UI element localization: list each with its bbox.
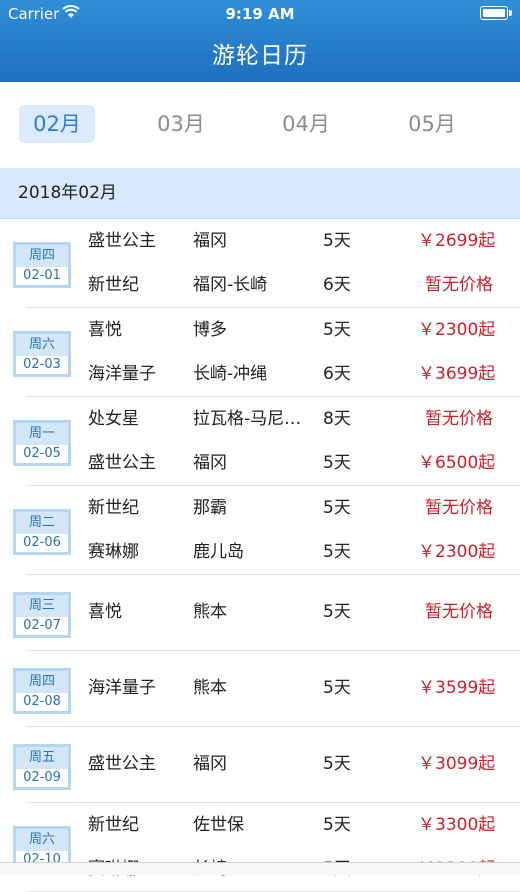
section-header: 2018年02月 [0,168,520,219]
cruise-row[interactable]: 新世纪 福冈-长崎 6天 暂无价格 [26,263,520,307]
ship-name: 新世纪 [88,815,139,835]
route-label: 福冈-长崎 [193,275,268,295]
tab-month-05[interactable]: 05月 [394,105,470,143]
status-bar: Carrier 9:19 AM [0,0,520,26]
cruise-row[interactable]: 处女星 拉瓦格-马尼… 8天 暂无价格 [26,397,520,441]
cruise-row[interactable]: 盛世公主 福冈 5天 ￥6500起 [26,441,520,485]
page-title: 游轮日历 [212,43,308,69]
ship-name: 海洋量子 [88,678,156,698]
duration-label: 5天 [323,320,351,340]
cruise-row[interactable]: 盛世公主 福冈 5天 ￥2699起 [26,219,520,263]
day-group: 周三 02-07 喜悦 熊本 5天 暂无价格 [13,575,520,651]
tab-month-03[interactable]: 03月 [143,105,219,143]
route-label: 熊本 [193,602,227,622]
route-label: 熊本 [193,678,227,698]
ship-name: 新世纪 [88,275,139,295]
ship-name: 处女星 [88,409,139,429]
month-tabs: 02月 03月 04月 05月 [0,82,520,169]
day-group: 周四 02-08 海洋量子 熊本 5天 ￥3599起 [13,651,520,727]
route-label: 拉瓦格-马尼… [193,409,302,429]
route-label: 佐世保 [193,815,244,835]
price-label: ￥3599起 [418,678,496,698]
tab-bar [0,862,520,875]
duration-label: 5天 [323,602,351,622]
route-label: 博多 [193,320,227,340]
duration-label: 5天 [323,754,351,774]
duration-label: 6天 [323,364,351,384]
ship-name: 盛世公主 [88,453,156,473]
price-label: 暂无价格 [425,409,493,429]
ship-name: 海洋量子 [88,364,156,384]
ship-name: 新世纪 [88,498,139,518]
cruise-row[interactable]: 海洋量子 长崎-冲绳 6天 ￥3699起 [26,352,520,396]
cruise-row[interactable]: 新世纪 那霸 5天 暂无价格 [26,486,520,530]
day-group: 周一 02-05 处女星 拉瓦格-马尼… 8天 暂无价格 盛世公主 福冈 5天 ￥6500起 [13,397,520,486]
route-label: 那霸 [193,498,227,518]
price-label: 暂无价格 [425,602,493,622]
duration-label: 8天 [323,409,351,429]
battery-icon [480,6,512,20]
tab-month-02[interactable]: 02月 [19,105,95,143]
nav-header: Carrier 9:19 AM 游轮日历 [0,0,520,82]
day-group: 周二 02-06 新世纪 那霸 5天 暂无价格 赛琳娜 鹿儿岛 5天 ￥2300起 [13,486,520,575]
duration-label: 5天 [323,498,351,518]
cruise-row[interactable]: 赛琳娜 鹿儿岛 5天 ￥2300起 [26,530,520,574]
day-group: 周五 02-09 盛世公主 福冈 5天 ￥3099起 [13,727,520,803]
price-label: ￥6500起 [418,453,496,473]
duration-label: 5天 [323,815,351,835]
duration-label: 6天 [323,275,351,295]
price-label: 暂无价格 [425,498,493,518]
price-label: ￥3300起 [418,815,496,835]
price-label: ￥2300起 [418,320,496,340]
route-label: 福冈 [193,453,227,473]
cruise-row[interactable]: 新世纪 佐世保 5天 ￥3300起 [26,803,520,847]
route-label: 福冈 [193,754,227,774]
price-label: ￥3099起 [418,754,496,774]
price-label: 暂无价格 [425,275,493,295]
ship-name: 赛琳娜 [88,542,139,562]
cruise-list[interactable]: 周四 02-01 盛世公主 福冈 5天 ￥2699起 新世纪 福冈-长崎 6天 暂无价格 周六 02-… [0,219,520,892]
route-label: 福冈 [193,231,227,251]
duration-label: 5天 [323,453,351,473]
tab-month-04[interactable]: 04月 [268,105,344,143]
cruise-row[interactable]: 喜悦 博多 5天 ￥2300起 [26,308,520,352]
clock: 9:19 AM [225,5,295,23]
cruise-row[interactable]: 海洋量子 熊本 5天 ￥3599起 [26,651,520,726]
duration-label: 5天 [323,542,351,562]
cruise-row[interactable]: 喜悦 熊本 5天 暂无价格 [26,575,520,650]
price-label: ￥2699起 [418,231,496,251]
ship-name: 喜悦 [88,320,122,340]
route-label: 鹿儿岛 [193,542,244,562]
duration-label: 5天 [323,678,351,698]
day-group: 周六 02-03 喜悦 博多 5天 ￥2300起 海洋量子 长崎-冲绳 6天 ￥3699起 [13,308,520,397]
ship-name: 盛世公主 [88,231,156,251]
duration-label: 5天 [323,231,351,251]
price-label: ￥2300起 [418,542,496,562]
price-label: ￥3699起 [418,364,496,384]
ship-name: 盛世公主 [88,754,156,774]
ship-name: 喜悦 [88,602,122,622]
route-label: 长崎-冲绳 [193,364,268,384]
day-group: 周四 02-01 盛世公主 福冈 5天 ￥2699起 新世纪 福冈-长崎 6天 暂无价格 [13,219,520,308]
cruise-row[interactable]: 盛世公主 福冈 5天 ￥3099起 [26,727,520,802]
day-group: 周六02-10新世纪佐世保5天￥3300起赛琳娜长崎5天￥2300起 [13,803,520,892]
